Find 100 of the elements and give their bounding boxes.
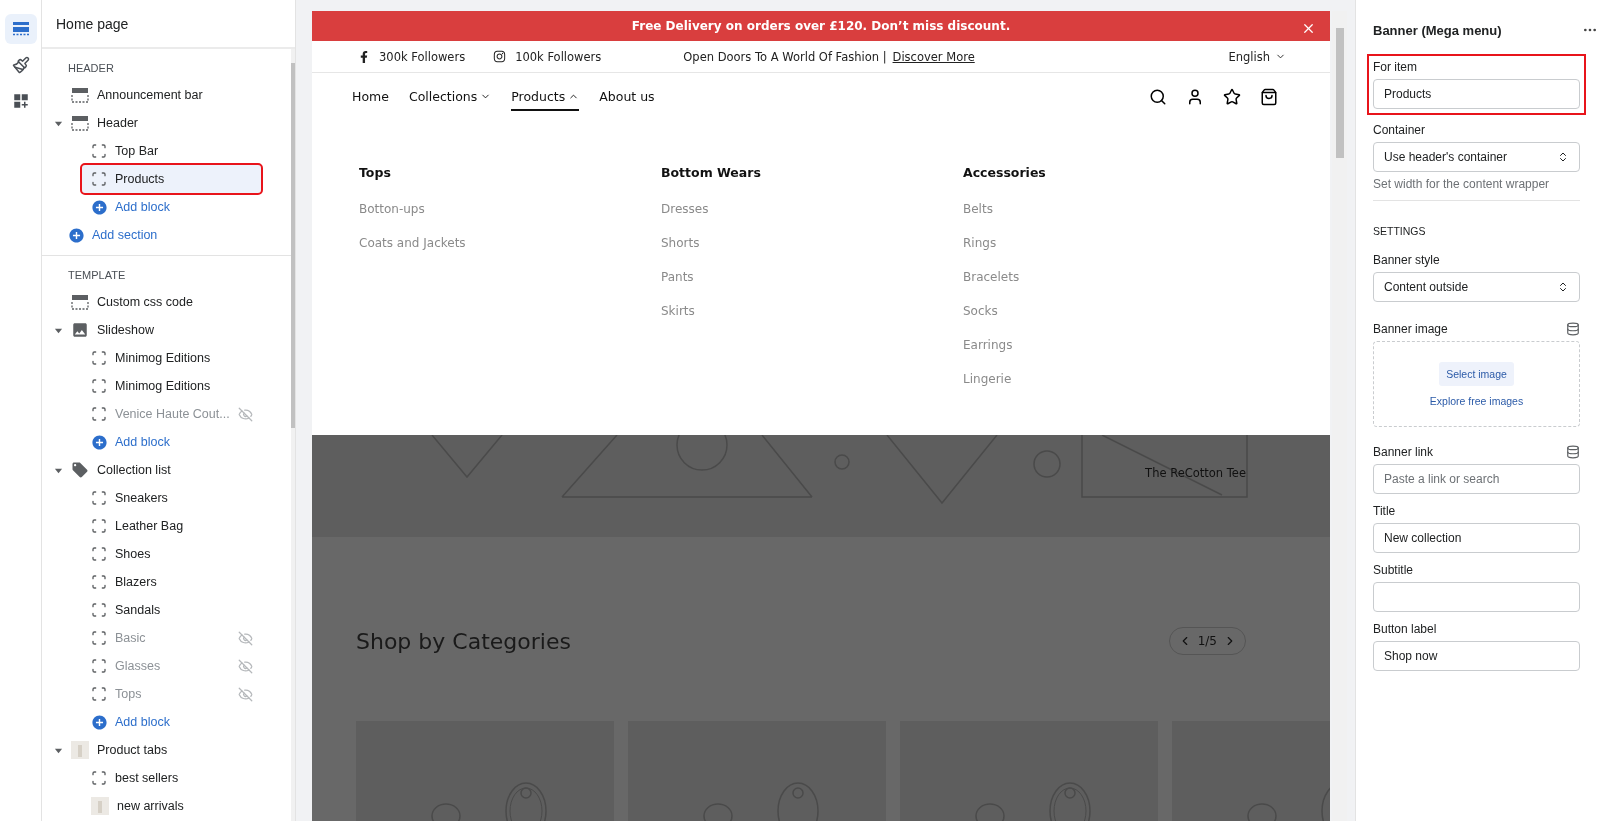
block-icon [91, 658, 107, 674]
block-item[interactable]: Minimog Editions [82, 372, 261, 400]
nav-link[interactable]: About us [599, 83, 655, 111]
close-icon[interactable] [1301, 21, 1316, 36]
select-field[interactable]: Use header's container [1373, 142, 1580, 172]
select-field[interactable]: Content outside [1373, 272, 1580, 302]
add-section-link[interactable]: Add section [68, 221, 291, 249]
promo-text: Open Doors To A World Of Fashion | [683, 49, 887, 64]
section-layout-icon [71, 294, 89, 310]
field-label: Title [1373, 504, 1396, 518]
image-drop-zone[interactable]: Select image Explore free images [1373, 341, 1580, 427]
menu-link[interactable]: Botton-ups [359, 202, 425, 237]
block-item[interactable]: Top Bar [82, 137, 261, 165]
nav-link[interactable]: Home [352, 83, 389, 111]
menu-link[interactable]: Earrings [963, 338, 1013, 373]
panel-title: Banner (Mega menu) [1373, 22, 1502, 38]
text-field[interactable]: New collection [1373, 523, 1580, 553]
eye-off-icon [237, 406, 253, 422]
select-arrows-icon [1557, 281, 1569, 293]
section-item[interactable]: Custom css code [42, 288, 291, 316]
instagram-icon [493, 50, 507, 64]
section-item[interactable]: Slideshow [42, 316, 291, 344]
block-item[interactable]: Blazers [82, 568, 261, 596]
menu-link[interactable]: Coats and Jackets [359, 236, 466, 271]
add-icon [68, 226, 85, 244]
sidebar-title: Home page [42, 0, 295, 49]
block-item[interactable]: new arrivals [82, 792, 261, 820]
block-icon [91, 350, 107, 366]
user-icon[interactable] [1186, 88, 1204, 106]
eye-off-icon [237, 686, 253, 702]
hero-caption: The ReCotton Tee [1145, 466, 1246, 480]
sections-icon [11, 21, 30, 37]
bag-icon[interactable] [1260, 88, 1278, 106]
block-icon [91, 630, 107, 646]
add-icon [91, 198, 108, 216]
scrollbar-thumb[interactable] [1335, 28, 1344, 158]
followers-count: 100k Followers [515, 49, 602, 64]
block-item[interactable]: Sneakers [82, 484, 261, 512]
section-item[interactable]: Announcement bar [42, 81, 291, 109]
menu-link[interactable]: Shorts [661, 236, 700, 271]
section-layout-icon [71, 115, 89, 131]
menu-link[interactable]: Skirts [661, 304, 695, 339]
block-icon [91, 546, 107, 562]
menu-link[interactable]: Bracelets [963, 270, 1020, 305]
nav-link[interactable]: Products [511, 83, 580, 111]
search-icon[interactable] [1149, 88, 1167, 106]
star-icon[interactable] [1223, 88, 1241, 106]
block-item[interactable]: Products [82, 165, 261, 193]
field-label: Button label [1373, 622, 1437, 636]
nav-link[interactable]: Collections [408, 83, 492, 111]
thumbnail-icon [71, 741, 89, 759]
block-item[interactable]: Sandals [82, 596, 261, 624]
menu-heading: Bottom Wears [661, 165, 761, 181]
menu-link[interactable]: Dresses [661, 202, 709, 237]
explore-images-link[interactable]: Explore free images [1429, 394, 1524, 407]
image-icon [71, 321, 89, 339]
add-block-link[interactable]: Add block [91, 193, 291, 221]
add-block-link[interactable]: Add block [91, 708, 291, 736]
add-icon [91, 713, 108, 731]
block-icon [91, 574, 107, 590]
tag-icon [71, 461, 89, 479]
select-image-button[interactable]: Select image [1439, 361, 1514, 386]
add-block-link[interactable]: Add block [91, 428, 291, 456]
settings-heading: SETTINGS [1373, 225, 1427, 237]
text-field[interactable] [1373, 582, 1580, 612]
text-field[interactable]: Shop now [1373, 641, 1580, 671]
menu-link[interactable]: Belts [963, 202, 993, 237]
block-icon [91, 518, 107, 534]
block-item[interactable]: Shoes [82, 540, 261, 568]
thumbnail-icon [91, 797, 109, 815]
block-item[interactable]: Minimog Editions [82, 344, 261, 372]
section-item[interactable]: Header [42, 109, 291, 137]
rail-button[interactable] [4, 14, 37, 44]
text-field[interactable]: Paste a link or search [1373, 464, 1580, 494]
block-icon [91, 602, 107, 618]
group-heading: HEADER [67, 61, 115, 76]
section-title: Shop by Categories [356, 628, 571, 654]
section-item[interactable]: Collection list [42, 456, 291, 484]
menu-link[interactable]: Lingerie [963, 372, 1012, 407]
menu-heading: Tops [359, 165, 391, 181]
block-icon [91, 686, 107, 702]
menu-link[interactable]: Pants [661, 270, 694, 305]
block-item[interactable]: Leather Bag [82, 512, 261, 540]
group-heading: TEMPLATE [67, 268, 127, 283]
menu-link[interactable]: Rings [963, 236, 997, 271]
database-icon[interactable] [1566, 445, 1580, 459]
paintbrush-icon [11, 56, 30, 74]
menu-link[interactable]: Socks [963, 304, 998, 339]
field-label: Container [1373, 123, 1426, 137]
block-icon [91, 490, 107, 506]
section-item[interactable]: Product tabs [42, 736, 291, 764]
block-icon [91, 770, 107, 786]
block-item[interactable]: best sellers [82, 764, 261, 792]
discover-link[interactable]: Discover More [892, 49, 975, 64]
language-selector[interactable]: English [1222, 48, 1292, 65]
apps-icon [11, 92, 30, 110]
database-icon[interactable] [1566, 322, 1580, 336]
section-layout-icon [71, 87, 89, 103]
announcement-text: Free Delivery on orders over £120. Don’t miss discount. [631, 19, 1011, 34]
text-field[interactable]: Products [1373, 79, 1580, 109]
